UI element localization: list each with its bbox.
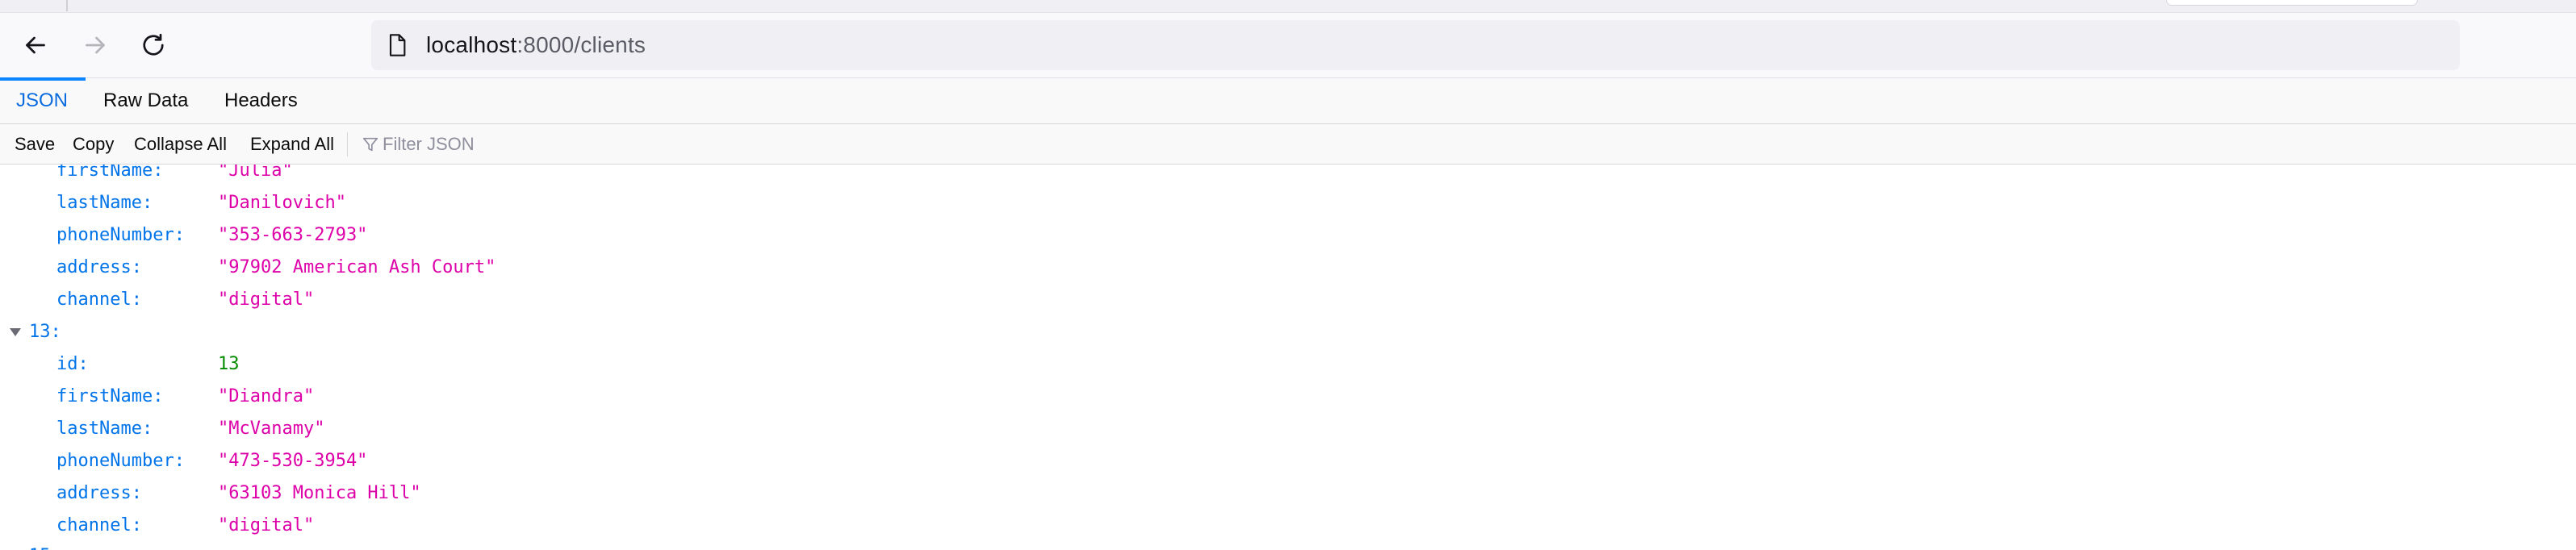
copy-button[interactable]: Copy — [73, 124, 114, 164]
json-object-row[interactable]: 13: — [0, 316, 2576, 348]
json-value: "Danilovich" — [218, 193, 346, 213]
expand-triangle-icon[interactable] — [10, 328, 21, 336]
forward-arrow-icon — [86, 36, 105, 54]
tab-strip-tab[interactable] — [2166, 0, 2418, 6]
json-row[interactable]: address: "97902 American Ash Court" — [0, 252, 2576, 284]
json-value: "97902 American Ash Court" — [218, 257, 496, 277]
toolbar-separator — [347, 132, 348, 156]
json-key: lastName: — [56, 193, 153, 213]
json-row[interactable]: address: "63103 Monica Hill" — [0, 477, 2576, 510]
save-button[interactable]: Save — [15, 124, 55, 164]
forward-button[interactable] — [69, 24, 121, 66]
back-button[interactable] — [10, 24, 61, 66]
json-value: "Julia" — [218, 165, 293, 181]
json-row[interactable]: phoneNumber: "353-663-2793" — [0, 219, 2576, 252]
tab-strip — [0, 0, 2576, 13]
json-value: "473-530-3954" — [218, 451, 368, 471]
json-row[interactable]: lastName: "McVanamy" — [0, 413, 2576, 445]
filter-json-input[interactable] — [383, 129, 867, 160]
tab-raw-data[interactable]: Raw Data — [87, 78, 204, 124]
address-bar[interactable]: localhost:8000/clients — [371, 20, 2460, 70]
json-object-key: 15: — [29, 540, 61, 550]
json-value: "digital" — [218, 290, 315, 310]
json-key: id: — [56, 354, 89, 374]
json-key: lastName: — [56, 419, 153, 439]
tab-json[interactable]: JSON — [0, 77, 86, 124]
json-value: "353-663-2793" — [218, 225, 368, 245]
json-row[interactable]: channel: "digital" — [0, 510, 2576, 542]
url-path: :8000/clients — [516, 32, 646, 57]
json-key: phoneNumber: — [56, 225, 185, 245]
json-row[interactable]: channel: "digital" — [0, 284, 2576, 316]
json-value: "McVanamy" — [218, 419, 325, 439]
url-text[interactable]: localhost:8000/clients — [426, 20, 646, 70]
expand-all-button[interactable]: Expand All — [250, 124, 334, 164]
tab-headers[interactable]: Headers — [208, 78, 314, 124]
tab-strip-divider — [66, 0, 68, 11]
json-row[interactable]: firstName: "Julia" — [0, 165, 2576, 187]
back-arrow-icon — [26, 36, 45, 54]
json-tree: firstName: "Julia" lastName: "Danilovich… — [0, 165, 2576, 550]
filter-icon — [362, 137, 378, 152]
json-row[interactable]: id: 13 — [0, 348, 2576, 381]
json-key: channel: — [56, 290, 142, 310]
reload-button[interactable] — [128, 24, 179, 66]
collapse-all-button[interactable]: Collapse All — [134, 124, 227, 164]
json-key: firstName: — [56, 165, 164, 181]
reload-icon — [143, 33, 164, 56]
json-key: firstName: — [56, 386, 164, 406]
json-key: channel: — [56, 515, 142, 535]
json-value: 13 — [218, 354, 240, 374]
url-host: localhost — [426, 32, 517, 57]
json-toolbar: Save Copy Collapse All Expand All — [0, 124, 2576, 165]
json-row[interactable]: phoneNumber: "473-530-3954" — [0, 445, 2576, 477]
viewer-tabs: JSON Raw Data Headers — [0, 77, 2576, 124]
page-icon — [389, 34, 406, 56]
json-object-row[interactable]: 15: — [0, 540, 2576, 550]
json-row[interactable]: firstName: "Diandra" — [0, 381, 2576, 413]
json-key: address: — [56, 483, 142, 503]
json-value: "63103 Monica Hill" — [218, 483, 421, 503]
navigation-bar: localhost:8000/clients — [0, 13, 2576, 77]
json-key: phoneNumber: — [56, 451, 185, 471]
json-key: address: — [56, 257, 142, 277]
json-value: "Diandra" — [218, 386, 315, 406]
json-object-key: 13: — [29, 322, 61, 342]
json-row[interactable]: lastName: "Danilovich" — [0, 187, 2576, 219]
json-value: "digital" — [218, 515, 315, 535]
